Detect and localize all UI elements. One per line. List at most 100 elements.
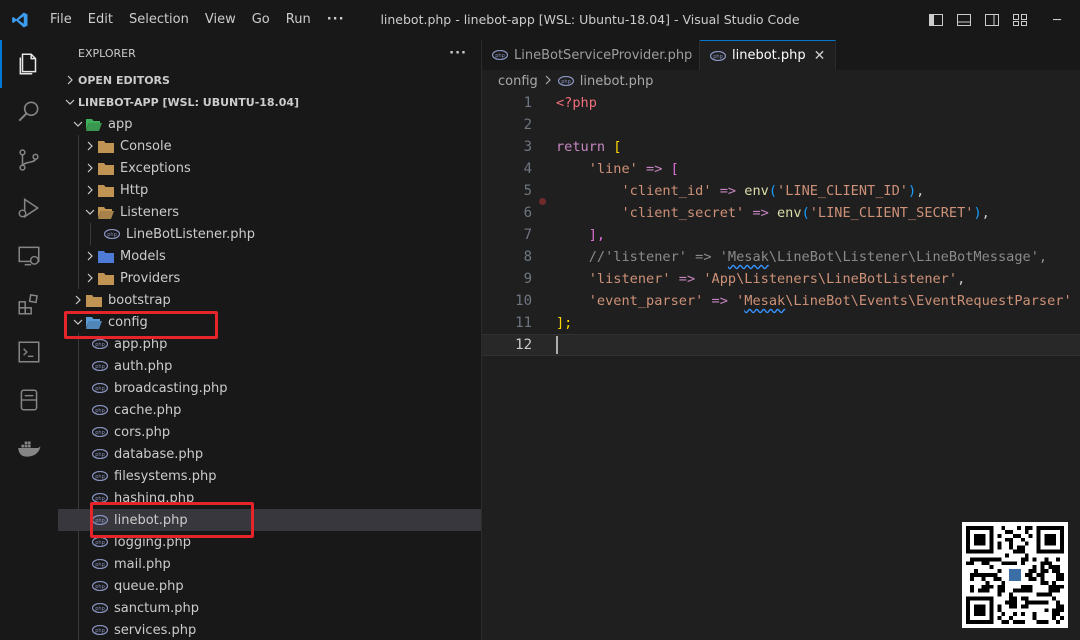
chevron-right-icon (62, 75, 78, 85)
tree-file-item[interactable]: php broadcasting.php (58, 377, 481, 399)
tree-item-label: Models (120, 248, 166, 264)
explorer-icon[interactable] (0, 40, 58, 88)
menu-selection[interactable]: Selection (121, 0, 197, 40)
chevron-right-icon (82, 185, 98, 195)
code-token: 'line' (588, 161, 638, 177)
tree-file-item[interactable]: php filesystems.php (58, 465, 481, 487)
code-token: ], (588, 227, 606, 243)
minimize-button[interactable]: ─ (1034, 0, 1080, 40)
tree-file-item[interactable]: php mail.php (58, 553, 481, 575)
text-cursor (556, 336, 558, 354)
tab-linebot-php[interactable]: php linebot.php ✕ (700, 40, 837, 70)
tree-folder-item[interactable]: Providers (58, 267, 481, 289)
svg-text:php: php (95, 628, 105, 634)
code-token: 'client_id' (621, 183, 712, 199)
indent-guide (78, 399, 79, 421)
tree-file-item[interactable]: php queue.php (58, 575, 481, 597)
close-icon[interactable]: ✕ (814, 48, 826, 64)
indent-guide (78, 553, 79, 575)
remote-explorer-icon[interactable] (0, 232, 58, 280)
line-number: 2 (523, 117, 532, 133)
code-line: 11 ]; (482, 312, 1080, 334)
tree-file-item[interactable]: php sanctum.php (58, 597, 481, 619)
svg-text:php: php (95, 562, 105, 568)
code-token: [ (670, 161, 679, 177)
tree-file-item[interactable]: php services.php (58, 619, 481, 640)
docker-icon[interactable] (0, 424, 58, 472)
menu-edit[interactable]: Edit (80, 0, 121, 40)
open-editors-section[interactable]: OPEN EDITORS (58, 69, 481, 91)
php-file-icon: php (492, 47, 508, 63)
terminal-icon[interactable] (0, 328, 58, 376)
svg-text:php: php (95, 408, 105, 414)
php-file-icon: php (92, 380, 108, 396)
code-token: => (719, 183, 737, 199)
tree-item-label: cache.php (114, 402, 182, 418)
toggle-panel-icon[interactable] (952, 8, 976, 32)
toggle-secondary-sidebar-icon[interactable] (980, 8, 1004, 32)
run-debug-icon[interactable] (0, 184, 58, 232)
title-bar: File Edit Selection View Go Run ··· line… (0, 0, 1080, 40)
svg-text:php: php (95, 474, 105, 480)
tree-folder-item[interactable]: Listeners (58, 201, 481, 223)
code-token: \LineBot\Events\EventRequestParser' (785, 293, 1072, 309)
svg-text:php: php (95, 606, 105, 612)
code-token: 'client_secret' (621, 205, 745, 221)
php-file-icon: php (92, 600, 108, 616)
code-token: 'listener' (588, 271, 671, 287)
menu-file[interactable]: File (42, 0, 80, 40)
indent-guide (78, 421, 79, 443)
php-file-icon: php (104, 226, 120, 242)
toggle-sidebar-icon[interactable] (924, 8, 948, 32)
svg-text:php: php (95, 430, 105, 436)
tree-file-item[interactable]: php LineBotListener.php (58, 223, 481, 245)
menu-view[interactable]: View (197, 0, 244, 40)
indent-guide (78, 157, 79, 179)
indent-guide (78, 377, 79, 399)
source-control-icon[interactable] (0, 136, 58, 184)
editor-tabs: php LineBotServiceProvider.php php lineb… (482, 40, 1080, 70)
code-token: env (744, 183, 769, 199)
code-line: 5 'client_id' => env('LINE_CLIENT_ID'), (482, 180, 1080, 205)
tree-folder-item[interactable]: Models (58, 245, 481, 267)
indent-guide (78, 465, 79, 487)
tree-folder-item[interactable]: Console (58, 135, 481, 157)
tree-file-item[interactable]: php database.php (58, 443, 481, 465)
extensions-icon[interactable] (0, 280, 58, 328)
tree-item-label: auth.php (114, 358, 173, 374)
menu-more[interactable]: ··· (319, 0, 353, 40)
vscode-logo-icon[interactable] (0, 0, 40, 40)
code-token: => (678, 271, 696, 287)
database-icon[interactable] (0, 376, 58, 424)
project-section[interactable]: LINEBOT-APP [WSL: UBUNTU-18.04] (58, 91, 481, 113)
tab-linebot-service-provider[interactable]: php LineBotServiceProvider.php (482, 40, 700, 70)
folder-icon (98, 270, 114, 286)
menu-go[interactable]: Go (244, 0, 278, 40)
line-number: 9 (523, 271, 532, 287)
search-icon[interactable] (0, 88, 58, 136)
tree-folder-item[interactable]: Http (58, 179, 481, 201)
customize-layout-icon[interactable] (1008, 8, 1032, 32)
tree-folder-item[interactable]: Exceptions (58, 157, 481, 179)
chevron-right-icon (82, 141, 98, 151)
sidebar-more-button[interactable]: ··· (449, 46, 467, 61)
tree-folder-item[interactable]: bootstrap (58, 289, 481, 311)
code-editor[interactable]: 1 <?php 2 3 return [ 4 'line' => [ 5 'cl… (482, 92, 1080, 356)
menu-run[interactable]: Run (278, 0, 319, 40)
code-token: => (646, 161, 663, 177)
tree-item-label: Exceptions (120, 160, 191, 176)
php-file-icon: php (710, 48, 726, 64)
tree-item-label: database.php (114, 446, 204, 462)
tree-file-item[interactable]: php auth.php (58, 355, 481, 377)
sidebar-header: EXPLORER ··· (58, 40, 481, 66)
breadcrumb-folder[interactable]: config (498, 74, 538, 89)
file-tree: app Console Exceptions Http Listeners php Line… (58, 113, 481, 640)
chevron-down-icon (62, 97, 78, 107)
breadcrumb-file[interactable]: linebot.php (580, 74, 654, 89)
indent-guide (78, 487, 79, 509)
tree-folder-item[interactable]: app (58, 113, 481, 135)
tree-file-item[interactable]: php cache.php (58, 399, 481, 421)
tree-item-label: app (108, 116, 133, 132)
tree-item-label: cors.php (114, 424, 171, 440)
tree-file-item[interactable]: php cors.php (58, 421, 481, 443)
